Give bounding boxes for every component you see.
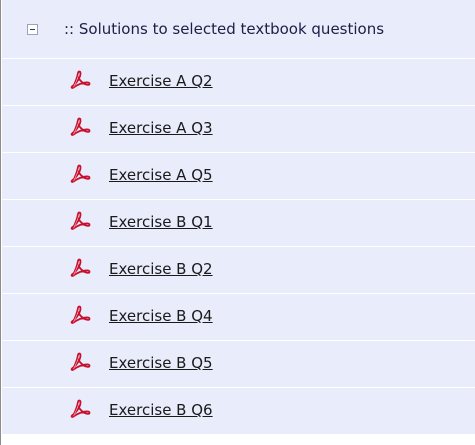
file-link[interactable]: Exercise B Q2 — [109, 258, 213, 280]
list-item: Exercise B Q2 — [2, 247, 475, 294]
section-header: :: Solutions to selected textbook questi… — [2, 0, 475, 59]
list-item: Exercise B Q5 — [2, 341, 475, 388]
list-item: Exercise B Q1 — [2, 200, 475, 247]
list-item: Exercise B Q6 — [2, 388, 475, 435]
resource-panel: :: Solutions to selected textbook questi… — [0, 0, 475, 445]
pdf-icon[interactable] — [69, 257, 91, 279]
pdf-icon[interactable] — [69, 69, 91, 91]
list-item: Exercise B Q4 — [2, 294, 475, 341]
pdf-icon[interactable] — [69, 210, 91, 232]
pdf-icon[interactable] — [69, 351, 91, 373]
file-link[interactable]: Exercise A Q5 — [109, 164, 213, 186]
section-title: :: Solutions to selected textbook questi… — [64, 20, 385, 38]
pdf-icon[interactable] — [69, 163, 91, 185]
file-list: Exercise A Q2 Exercise A Q3 Exercise A Q… — [2, 59, 475, 435]
file-link[interactable]: Exercise A Q3 — [109, 117, 213, 139]
pdf-icon[interactable] — [69, 398, 91, 420]
file-link[interactable]: Exercise B Q1 — [109, 211, 213, 233]
file-link[interactable]: Exercise B Q6 — [109, 399, 213, 421]
list-item: Exercise A Q5 — [2, 153, 475, 200]
file-link[interactable]: Exercise B Q5 — [109, 352, 213, 374]
file-link[interactable]: Exercise A Q2 — [109, 70, 213, 92]
collapse-minus-icon[interactable] — [27, 24, 38, 35]
pdf-icon[interactable] — [69, 304, 91, 326]
pdf-icon[interactable] — [69, 116, 91, 138]
list-item: Exercise A Q3 — [2, 106, 475, 153]
file-link[interactable]: Exercise B Q4 — [109, 305, 213, 327]
list-item: Exercise A Q2 — [2, 59, 475, 106]
